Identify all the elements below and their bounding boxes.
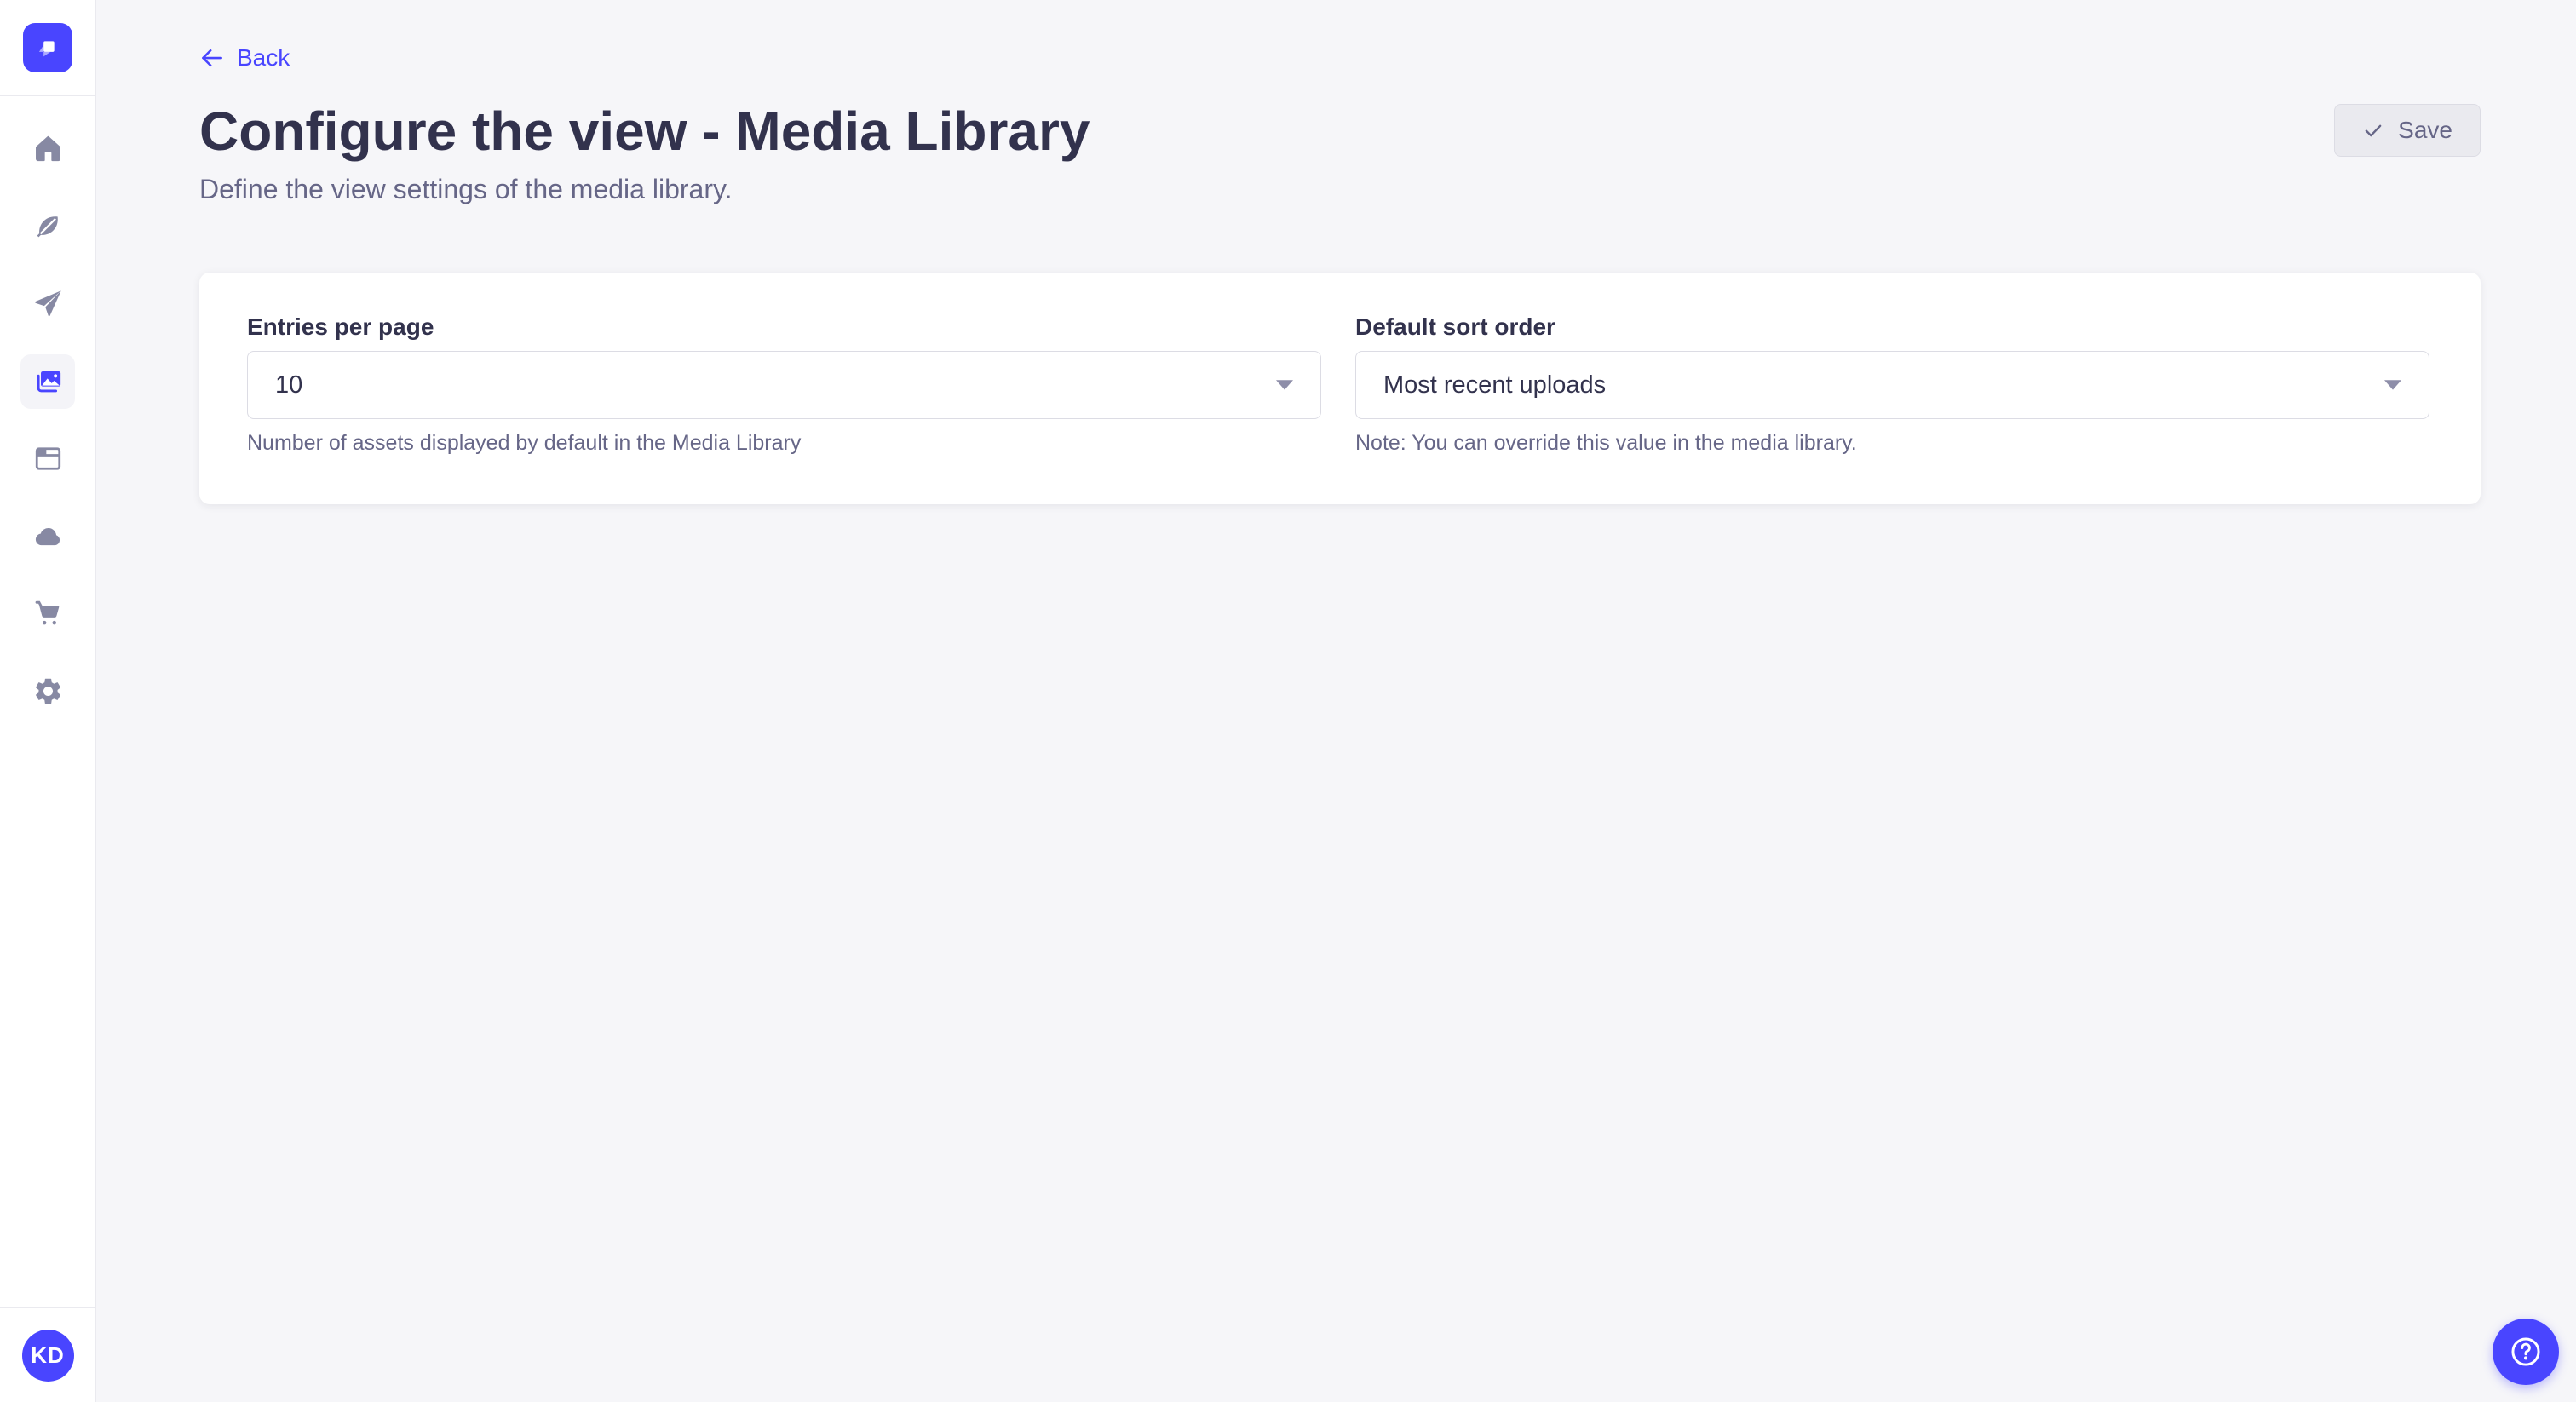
save-button[interactable]: Save <box>2334 104 2481 157</box>
gear-icon <box>32 675 64 707</box>
strapi-logo[interactable] <box>23 23 72 72</box>
question-mark-icon <box>2508 1334 2544 1370</box>
settings-card: Entries per page 10 Number of assets dis… <box>199 273 2481 504</box>
save-label: Save <box>2398 117 2452 144</box>
check-icon <box>2362 119 2384 141</box>
user-avatar[interactable]: KD <box>22 1330 74 1382</box>
sidebar-item-home[interactable] <box>0 110 96 187</box>
home-icon <box>32 133 64 164</box>
back-label: Back <box>237 44 290 72</box>
entries-per-page-label: Entries per page <box>247 315 1321 339</box>
sidebar-item-releases[interactable] <box>0 265 96 342</box>
sidebar-item-settings[interactable] <box>0 652 96 730</box>
default-sort-order-hint: Note: You can override this value in the… <box>1355 429 2429 457</box>
page-subtitle: Define the view settings of the media li… <box>199 172 1090 206</box>
user-initials: KD <box>31 1342 65 1369</box>
title-block: Configure the view - Media Library Defin… <box>199 97 1090 206</box>
sidebar-item-deploy[interactable] <box>0 497 96 575</box>
page-title: Configure the view - Media Library <box>199 97 1090 165</box>
entries-per-page-hint: Number of assets displayed by default in… <box>247 429 1321 457</box>
default-sort-order-label: Default sort order <box>1355 315 2429 339</box>
logo-section <box>0 0 95 96</box>
chevron-down-icon <box>2383 379 2403 391</box>
cart-icon <box>32 598 64 629</box>
entries-per-page-select[interactable]: 10 <box>247 351 1321 419</box>
sidebar: KD <box>0 0 96 1402</box>
back-arrow-icon <box>199 45 225 71</box>
sidebar-item-content-manager[interactable] <box>0 187 96 265</box>
chevron-down-icon <box>1274 379 1295 391</box>
default-sort-order-select[interactable]: Most recent uploads <box>1355 351 2429 419</box>
sidebar-item-content-type-builder[interactable] <box>0 420 96 497</box>
title-row: Configure the view - Media Library Defin… <box>199 97 2481 206</box>
sidebar-footer: KD <box>0 1307 95 1402</box>
strapi-logo-icon <box>33 33 62 62</box>
field-default-sort-order: Default sort order Most recent uploads N… <box>1355 315 2429 457</box>
sidebar-item-media-library[interactable] <box>0 342 96 420</box>
paper-plane-icon <box>32 288 64 319</box>
default-sort-order-value: Most recent uploads <box>1383 371 1606 399</box>
field-entries-per-page: Entries per page 10 Number of assets dis… <box>247 315 1321 457</box>
feather-icon <box>32 210 64 242</box>
back-link[interactable]: Back <box>199 44 290 72</box>
layout-icon <box>32 443 64 474</box>
media-library-icon <box>32 365 64 397</box>
cloud-icon <box>32 520 64 552</box>
entries-per-page-value: 10 <box>275 371 302 399</box>
sidebar-item-marketplace[interactable] <box>0 575 96 652</box>
main-content: Back Configure the view - Media Library … <box>96 0 2576 504</box>
sidebar-nav <box>0 96 95 1307</box>
help-button[interactable] <box>2493 1319 2559 1385</box>
